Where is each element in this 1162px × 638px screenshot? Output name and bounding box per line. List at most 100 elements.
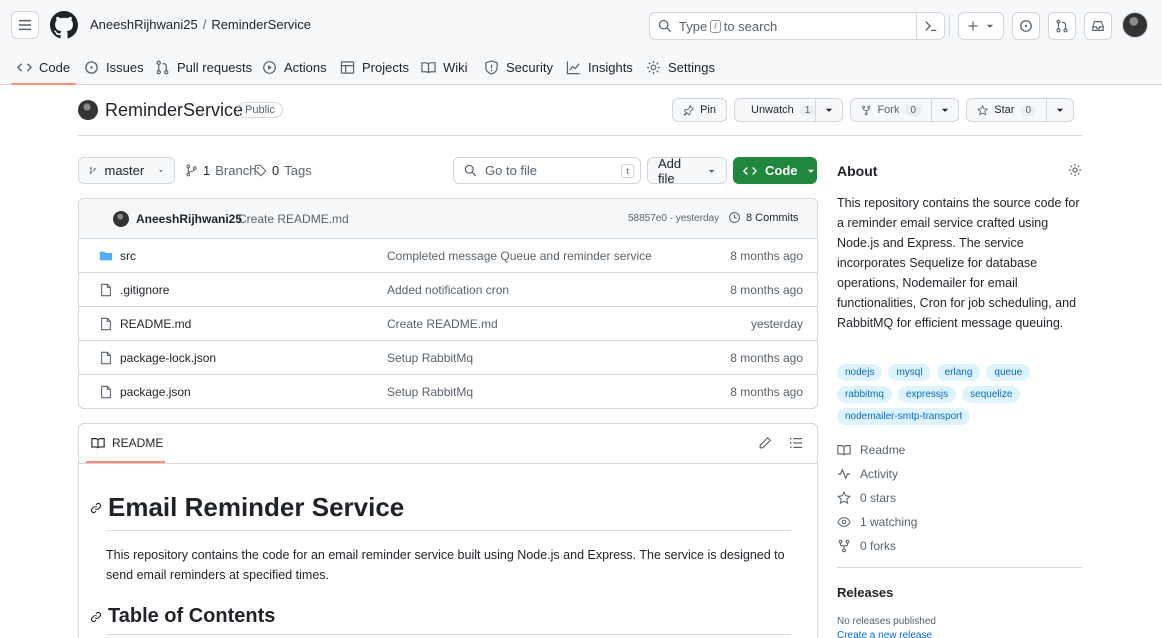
tab-label: Actions [284,60,327,75]
tags-link[interactable]: 0 Tags [254,157,312,184]
topic-tag[interactable]: expressjs [897,386,957,403]
tab-code[interactable]: Code [10,50,77,85]
branch-selector[interactable]: master [78,157,175,184]
star-dropdown[interactable] [1046,98,1074,122]
pull-requests-button[interactable] [1048,12,1076,40]
branches-link[interactable]: 1 Branch [185,157,256,184]
star-button[interactable]: Star 0 [966,98,1047,122]
plus-icon [968,21,978,31]
readme-link-label: Readme [860,443,906,457]
file-commit-message[interactable]: Completed message Queue and reminder ser… [387,249,652,263]
no-releases-text: No releases published [837,616,936,627]
releases-heading[interactable]: Releases [837,585,893,600]
stars-link[interactable]: 0 stars [837,491,896,505]
tab-actions[interactable]: Actions [262,50,327,85]
commits-link[interactable]: 8 Commits [728,211,799,224]
tag-word: Tags [284,163,312,178]
topic-tag[interactable]: queue [986,364,1031,381]
topic-tag[interactable]: mysql [888,364,931,381]
file-name[interactable]: package-lock.json [120,351,216,365]
activity-link-label: Activity [860,467,899,481]
code-icon [17,63,32,72]
file-name[interactable]: README.md [120,317,191,331]
table-row[interactable]: .gitignore Added notification cron 8 mon… [79,273,817,307]
github-logo-icon[interactable] [50,11,78,39]
code-button[interactable]: Code [733,157,817,184]
tab-insights[interactable]: Insights [566,50,633,85]
caret-down-icon [159,169,163,172]
create-new-button[interactable] [958,12,1004,40]
file-name[interactable]: .gitignore [120,283,169,297]
topic-tag[interactable]: nodejs [837,364,883,381]
tab-wiki[interactable]: Wiki [421,50,468,85]
readme-tab[interactable]: README [91,436,163,450]
commit-message[interactable]: Create README.md [238,212,349,226]
file-age: 8 months ago [730,385,803,399]
tab-security[interactable]: Security [484,50,553,85]
pull-request-icon [156,60,169,75]
issues-button[interactable] [1012,12,1040,40]
unwatch-button[interactable]: Unwatch 1 [734,98,816,122]
commit-author-avatar[interactable] [113,211,129,227]
commit-author[interactable]: AneeshRijhwani25 [136,212,242,226]
pin-button[interactable]: Pin [672,98,727,122]
topic-tag[interactable]: rabbitmq [837,386,892,403]
user-avatar[interactable] [1122,12,1148,38]
terminal-icon [924,21,936,32]
table-row[interactable]: package-lock.json Setup RabbitMq 8 month… [79,341,817,375]
file-name[interactable]: package.json [120,385,191,399]
tab-issues[interactable]: Issues [84,50,144,85]
link-icon[interactable] [90,502,102,514]
fork-count: 0 [905,104,921,116]
top-header: AneeshRijhwani25 / ReminderService Type / … [0,0,1162,85]
go-to-file-input[interactable]: Go to file t [453,157,641,184]
file-commit-message[interactable]: Create README.md [387,317,498,331]
file-commit-message[interactable]: Added notification cron [387,283,509,297]
link-icon[interactable] [90,611,102,623]
repo-owner-avatar[interactable] [78,100,98,120]
table-row[interactable]: src Completed message Queue and reminder… [79,239,817,273]
inbox-icon [1092,21,1104,31]
fork-button[interactable]: Fork 0 [850,98,932,122]
create-release-link[interactable]: Create a new release [837,630,932,638]
file-commit-message[interactable]: Setup RabbitMq [387,351,473,365]
menu-button[interactable] [11,11,39,39]
table-row[interactable]: package.json Setup RabbitMq 8 months ago [79,375,817,408]
readme-link[interactable]: Readme [837,443,905,457]
book-icon [91,438,105,449]
caret-down-icon [825,108,833,112]
issue-icon [1020,20,1032,32]
topic-tag[interactable]: nodemailer-smtp-transport [837,408,971,425]
repo-link[interactable]: ReminderService [211,17,311,32]
pencil-icon[interactable] [758,436,772,450]
tag-count: 0 [272,163,280,178]
breadcrumb: AneeshRijhwani25 / ReminderService [90,17,311,32]
list-icon[interactable] [789,436,803,450]
commit-sha-time[interactable]: 58857e0 · yesterday [628,213,719,224]
fork-dropdown[interactable] [931,98,959,122]
command-palette-button[interactable] [916,12,944,40]
file-commit-message[interactable]: Setup RabbitMq [387,385,473,399]
repo-title[interactable]: ReminderService [105,100,243,121]
add-file-button[interactable]: Add file [647,155,727,186]
global-search[interactable]: Type / to search [649,12,945,40]
watch-dropdown[interactable] [815,98,843,122]
tab-pull-requests[interactable]: Pull requests [155,50,252,85]
topic-tag[interactable]: sequelize [962,386,1021,403]
activity-link[interactable]: Activity [837,467,898,481]
file-name[interactable]: src [120,249,136,263]
forks-link[interactable]: 0 forks [837,539,896,553]
tab-projects[interactable]: Projects [340,50,409,85]
topic-tag[interactable]: erlang [936,364,981,381]
owner-link[interactable]: AneeshRijhwani25 [90,17,198,32]
search-shortcut-key: / [710,19,721,33]
watchers-link[interactable]: 1 watching [837,515,917,529]
gear-icon[interactable] [1068,163,1082,177]
add-file-label: Add file [658,155,682,186]
fork-icon [838,539,850,553]
tab-settings[interactable]: Settings [646,50,715,85]
readme-heading-1: Email Reminder Service [90,492,404,523]
shield-icon [485,60,498,75]
table-row[interactable]: README.md Create README.md yesterday [79,307,817,341]
inbox-button[interactable] [1084,12,1112,40]
